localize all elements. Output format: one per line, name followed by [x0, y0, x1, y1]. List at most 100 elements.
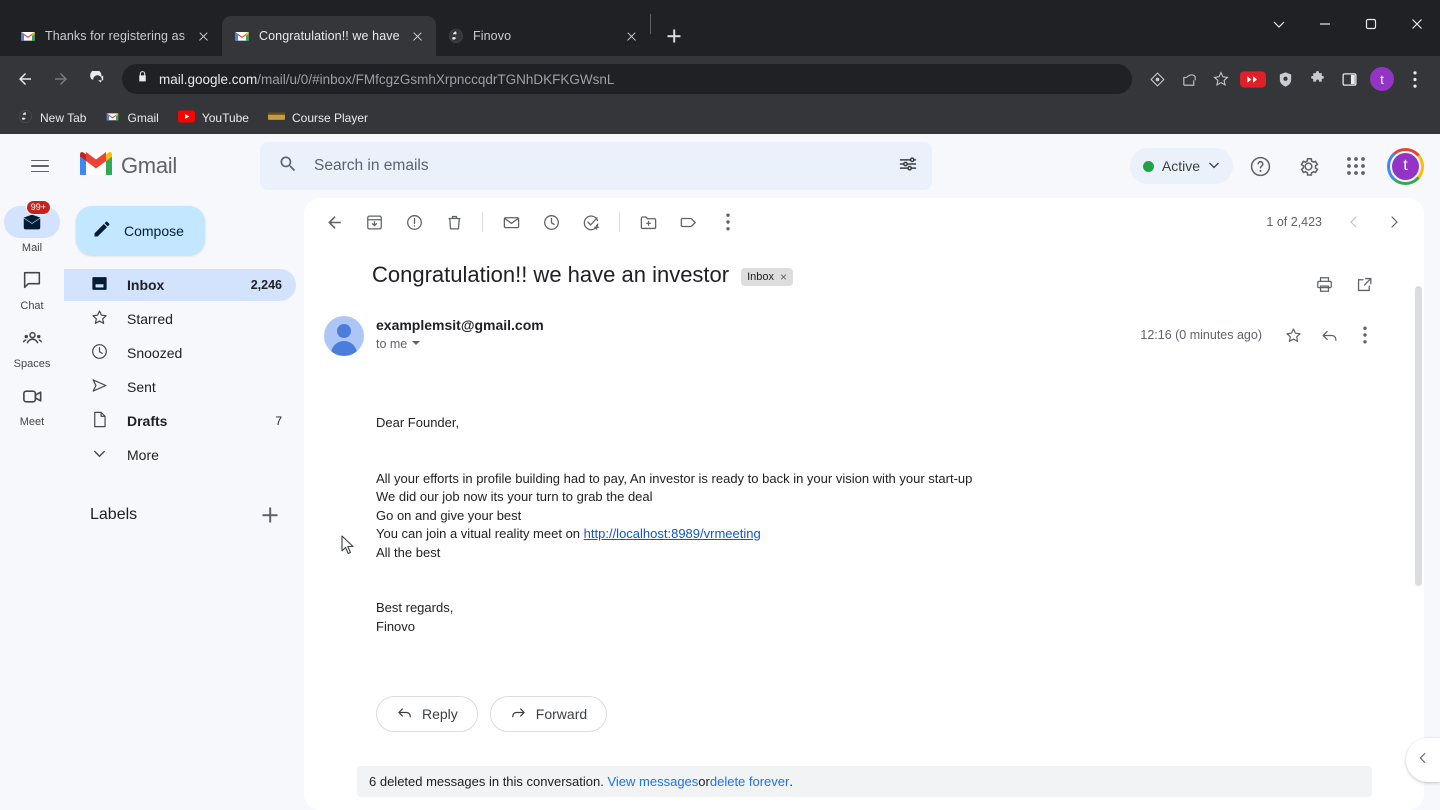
browser-tab-1[interactable]: Thanks for registering as an Inve — [8, 16, 222, 56]
rail-item-meet[interactable]: Meet — [4, 376, 60, 430]
gmail-icon — [78, 150, 114, 182]
settings-gear-icon[interactable] — [1287, 145, 1329, 187]
rail-item-chat[interactable]: Chat — [4, 260, 60, 314]
side-panel-icon[interactable] — [1334, 64, 1364, 94]
rail-item-mail[interactable]: 99+ Mail — [4, 200, 60, 256]
deleted-notice-text: 6 deleted messages in this conversation. — [369, 774, 604, 789]
close-icon[interactable] — [409, 28, 426, 45]
apps-grid-icon[interactable] — [1335, 145, 1377, 187]
help-icon[interactable] — [1239, 145, 1281, 187]
next-page-button[interactable] — [1376, 204, 1412, 240]
share-icon[interactable] — [1174, 64, 1204, 94]
delete-forever-link[interactable]: delete forever — [710, 774, 790, 789]
back-arrow-icon[interactable] — [314, 202, 354, 242]
email-action-buttons: Reply Forward — [304, 636, 1398, 732]
compose-label: Compose — [124, 222, 184, 239]
gmail-icon — [20, 28, 36, 44]
chevron-down-icon — [1208, 158, 1220, 174]
delete-icon[interactable] — [434, 202, 474, 242]
tab-strip: Thanks for registering as an Inve Congra… — [0, 0, 1440, 56]
chevron-down-icon[interactable] — [1256, 8, 1302, 40]
reload-button[interactable] — [80, 62, 114, 96]
forward-button[interactable] — [44, 62, 78, 96]
labels-title: Labels — [90, 506, 138, 523]
open-in-new-window-icon[interactable] — [1346, 266, 1382, 302]
report-spam-icon[interactable] — [394, 202, 434, 242]
bookmarks-bar: New Tab Gmail YouTube Course Player — [0, 102, 1440, 134]
filter-options-icon[interactable] — [898, 154, 918, 179]
rail-item-spaces[interactable]: Spaces — [4, 318, 60, 372]
star-icon[interactable] — [1276, 318, 1310, 352]
bookmark-youtube[interactable]: YouTube — [170, 106, 257, 130]
shield-icon[interactable] — [1270, 64, 1300, 94]
forward-button[interactable]: Forward — [489, 696, 608, 732]
labels-section-header: Labels — [64, 499, 296, 531]
new-tab-button[interactable] — [659, 21, 689, 51]
more-vertical-icon[interactable] — [1400, 64, 1430, 94]
browser-tab-2[interactable]: Congratulation!! we have an inve — [222, 16, 436, 56]
meeting-link[interactable]: http://localhost:8989/vrmeeting — [584, 526, 761, 541]
browser-tab-3[interactable]: Finovo — [436, 16, 650, 56]
close-icon[interactable] — [195, 28, 212, 45]
email-toolbar: 1 of 2,423 — [304, 198, 1424, 246]
address-bar[interactable]: mail.google.com/mail/u/0/#inbox/FMfcgzGs… — [122, 64, 1132, 94]
snooze-icon[interactable] — [531, 202, 571, 242]
eye-diamond-icon[interactable] — [1142, 64, 1172, 94]
minimize-icon[interactable] — [1302, 8, 1348, 40]
profile-avatar[interactable]: t — [1370, 67, 1394, 91]
email-body: Dear Founder, All your efforts in profil… — [304, 356, 1398, 636]
account-avatar[interactable]: t — [1387, 147, 1424, 185]
fast-forward-badge-icon[interactable] — [1238, 64, 1268, 94]
search-input[interactable] — [314, 157, 882, 175]
tab-title: Congratulation!! we have an inve — [259, 29, 400, 43]
scrollbar[interactable] — [1415, 286, 1422, 810]
close-icon[interactable] — [623, 28, 640, 45]
browser-toolbar: mail.google.com/mail/u/0/#inbox/FMfcgzGs… — [0, 56, 1440, 102]
bookmark-star-icon[interactable] — [1206, 64, 1236, 94]
mark-unread-icon[interactable] — [491, 202, 531, 242]
labels-tag-icon[interactable] — [668, 202, 708, 242]
scrollbar-thumb[interactable] — [1415, 286, 1422, 586]
more-vertical-icon[interactable] — [1348, 318, 1382, 352]
sidebar-item-snoozed[interactable]: Snoozed — [64, 337, 296, 369]
close-icon[interactable] — [1394, 8, 1440, 40]
sidebar-item-starred[interactable]: Starred — [64, 303, 296, 335]
deleted-notice-suffix: . — [789, 774, 793, 789]
sidebar-item-drafts[interactable]: Drafts 7 — [64, 405, 296, 437]
status-dot-icon — [1142, 160, 1154, 172]
sidebar-item-inbox[interactable]: Inbox 2,246 — [64, 269, 296, 301]
message-actions: 12:16 (0 minutes ago) — [1140, 316, 1382, 352]
label-chip[interactable]: Inbox × — [741, 268, 794, 286]
deleted-messages-notice: 6 deleted messages in this conversation.… — [357, 766, 1372, 797]
bookmark-gmail[interactable]: Gmail — [97, 105, 166, 131]
bookmark-course-player[interactable]: Course Player — [260, 107, 376, 129]
sidebar-item-sent[interactable]: Sent — [64, 371, 296, 403]
archive-icon[interactable] — [354, 202, 394, 242]
meet-camera-icon — [4, 380, 60, 412]
bookmark-new-tab[interactable]: New Tab — [10, 105, 94, 131]
more-vertical-icon[interactable] — [708, 202, 748, 242]
view-messages-link[interactable]: View messages — [607, 774, 698, 789]
reply-icon[interactable] — [1312, 318, 1346, 352]
recipient-row[interactable]: to me — [376, 337, 544, 351]
main-menu-button[interactable] — [16, 142, 64, 190]
reply-button[interactable]: Reply — [376, 696, 478, 732]
maximize-icon[interactable] — [1348, 8, 1394, 40]
folder-label: More — [127, 447, 159, 463]
pagination: 1 of 2,423 — [1266, 204, 1416, 240]
status-badge[interactable]: Active — [1129, 148, 1233, 184]
add-to-tasks-icon[interactable] — [571, 202, 611, 242]
search-bar[interactable] — [260, 142, 932, 190]
gmail-icon — [234, 28, 250, 44]
sidebar-item-more[interactable]: More — [64, 439, 296, 471]
compose-button[interactable]: Compose — [76, 206, 205, 255]
previous-page-button[interactable] — [1336, 204, 1372, 240]
puzzle-icon[interactable] — [1302, 64, 1332, 94]
close-icon[interactable]: × — [780, 270, 787, 284]
move-to-folder-icon[interactable] — [628, 202, 668, 242]
print-icon[interactable] — [1306, 266, 1342, 302]
create-label-button[interactable] — [260, 505, 280, 525]
back-button[interactable] — [8, 62, 42, 96]
folder-label: Snoozed — [127, 345, 183, 361]
gmail-logo[interactable]: Gmail — [78, 150, 238, 182]
